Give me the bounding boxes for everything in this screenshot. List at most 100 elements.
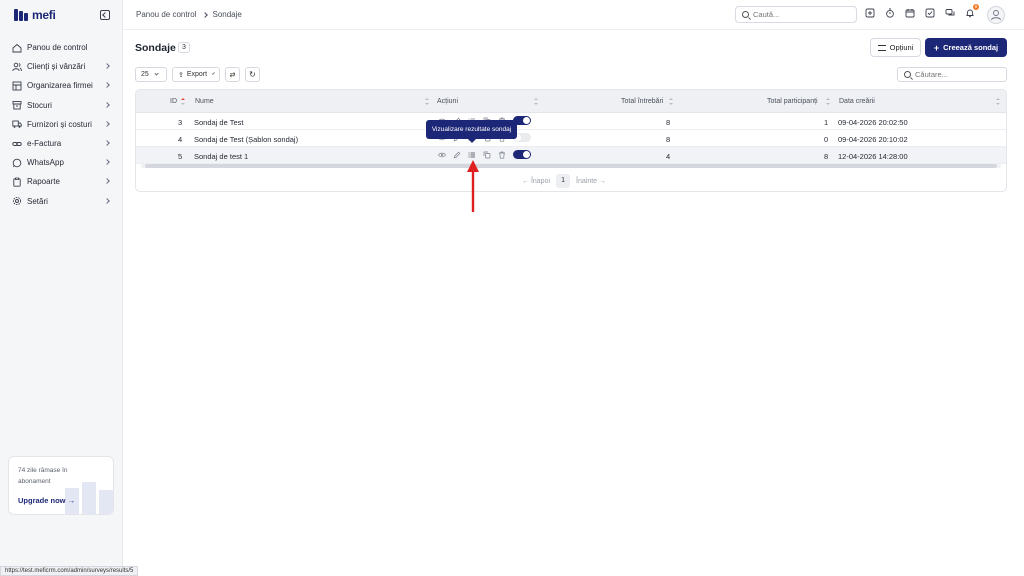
view-eye-icon[interactable]	[438, 151, 446, 159]
chevron-right-icon	[201, 11, 208, 18]
breadcrumb: Panou de control Sondaje	[136, 10, 242, 19]
chevron-right-icon	[104, 178, 110, 185]
logo-mark-icon	[14, 9, 28, 21]
surveys-table: ID Nume Acțiuni Total întrebări Total pa…	[135, 89, 1007, 192]
global-search[interactable]	[735, 6, 857, 23]
upload-icon: ⇪	[178, 71, 184, 79]
sidebar-item-suppliers[interactable]: Furnizori și costuri	[0, 115, 123, 134]
search-icon	[742, 11, 749, 18]
column-total-questions[interactable]: Total întrebări	[621, 98, 663, 105]
cell-name[interactable]: Sondaj de Test	[194, 118, 243, 127]
chevron-right-icon	[104, 63, 110, 70]
sidebar-item-label: Rapoarte	[27, 177, 60, 187]
home-icon	[12, 43, 22, 53]
table-row[interactable]: 5 Sondaj de test 1 4 8 12-04-2026 14:28:…	[136, 147, 1006, 164]
sidebar-item-settings[interactable]: Setări	[0, 192, 123, 211]
status-url: https://test.meficrm.com/admin/surveys/r…	[0, 566, 139, 576]
sidebar-item-label: WhatsApp	[27, 158, 64, 168]
column-created-date[interactable]: Data creării	[839, 98, 875, 105]
sidebar-item-label: Panou de control	[27, 43, 88, 53]
logo-text: mefi	[32, 8, 56, 22]
logo[interactable]: mefi	[14, 8, 56, 22]
stopwatch-icon[interactable]	[885, 8, 895, 18]
table-search-input[interactable]	[915, 70, 1006, 79]
sidebar-item-reports[interactable]: Rapoarte	[0, 172, 123, 191]
chevron-down-icon	[212, 72, 216, 75]
clipboard-icon	[12, 177, 22, 187]
column-id[interactable]: ID	[170, 98, 177, 105]
cell-total-questions: 4	[666, 152, 671, 161]
sort-icon[interactable]	[826, 98, 830, 105]
swap-columns-button[interactable]: ⇄	[225, 67, 240, 82]
horizontal-scrollbar[interactable]	[141, 164, 1001, 168]
table-search[interactable]	[897, 67, 1007, 82]
delete-trash-icon[interactable]	[498, 151, 506, 159]
edit-pencil-icon[interactable]	[453, 151, 461, 159]
notification-badge: 0	[973, 4, 979, 10]
sidebar-item-efactura[interactable]: e-Factura	[0, 134, 123, 153]
sidebar-item-label: Stocuri	[27, 100, 52, 110]
refresh-icon: ↻	[249, 70, 256, 79]
cell-total-participants: 8	[824, 152, 829, 161]
chevron-right-icon	[104, 159, 110, 165]
sort-icon[interactable]	[425, 98, 429, 105]
cell-name[interactable]: Sondaj de Test (Șablon sondaj)	[194, 135, 298, 144]
table-header: ID Nume Acțiuni Total întrebări Total pa…	[136, 90, 1006, 113]
duplicate-icon[interactable]	[483, 151, 491, 159]
chevron-right-icon	[104, 140, 110, 146]
count-badge: 3	[178, 42, 190, 53]
breadcrumb-current: Sondaje	[212, 10, 242, 19]
collapse-sidebar-icon[interactable]	[100, 10, 110, 20]
global-search-input[interactable]	[753, 10, 856, 19]
options-button[interactable]: Opțiuni	[870, 38, 921, 57]
sidebar-item-label: Setări	[27, 196, 48, 206]
next-page-button[interactable]: Înainte →	[576, 178, 606, 185]
cell-total-participants: 1	[824, 118, 829, 127]
export-button[interactable]: ⇪ Export	[172, 67, 220, 82]
chevron-down-icon	[154, 71, 159, 76]
table-row[interactable]: 3 Sondaj de Test 8 1 09-04-2026 20:02:50	[136, 113, 1006, 130]
column-name[interactable]: Nume	[195, 98, 214, 105]
bell-icon[interactable]: 0	[965, 4, 979, 18]
cell-name[interactable]: Sondaj de test 1	[194, 152, 248, 161]
sliders-icon	[877, 44, 886, 51]
chevron-right-icon	[104, 197, 110, 204]
table-row[interactable]: 4 Sondaj de Test (Șablon sondaj) 8 0 09-…	[136, 130, 1006, 147]
sort-icon[interactable]	[996, 98, 1000, 105]
annotation-arrow-icon	[465, 158, 481, 212]
scrollbar-thumb[interactable]	[145, 164, 997, 168]
sidebar-item-label: Furnizori și costuri	[27, 119, 92, 129]
prev-page-button[interactable]: ← Înapoi	[522, 178, 550, 185]
create-survey-button[interactable]: + Creează sondaj	[925, 38, 1007, 57]
cell-total-participants: 0	[824, 135, 829, 144]
column-actions: Acțiuni	[437, 98, 459, 105]
page-number-button[interactable]: 1	[556, 174, 571, 188]
subscription-days-text: 74 zile rămase în abonament	[18, 467, 68, 485]
sidebar-item-stock[interactable]: Stocuri	[0, 96, 123, 115]
sidebar-item-dashboard[interactable]: Panou de control	[0, 38, 123, 57]
sidebar-item-organization[interactable]: Organizarea firmei	[0, 76, 123, 95]
refresh-button[interactable]: ↻	[245, 67, 260, 82]
add-square-icon[interactable]	[865, 8, 875, 18]
breadcrumb-dashboard[interactable]: Panou de control	[136, 10, 197, 19]
sidebar-item-clients[interactable]: Clienți și vânzări	[0, 57, 123, 76]
active-toggle[interactable]	[513, 150, 531, 159]
cell-total-questions: 8	[666, 135, 671, 144]
calendar-icon[interactable]	[905, 8, 915, 18]
avatar[interactable]	[987, 6, 1005, 24]
task-check-icon[interactable]	[925, 8, 935, 18]
sort-icon[interactable]	[669, 98, 673, 105]
sidebar-item-whatsapp[interactable]: WhatsApp	[0, 153, 123, 172]
cell-id: 5	[178, 152, 183, 161]
sort-icon[interactable]	[534, 98, 538, 105]
row-actions	[438, 150, 531, 159]
pagination: ← Înapoi 1 Înainte →	[522, 174, 606, 188]
sort-icon[interactable]	[181, 98, 185, 105]
column-total-participants[interactable]: Total participanți	[767, 98, 818, 105]
sidebar-item-label: Clienți și vânzări	[27, 62, 86, 72]
page-size-select[interactable]: 25	[135, 67, 167, 82]
gear-icon	[12, 196, 22, 206]
messages-icon[interactable]	[945, 8, 955, 18]
chat-icon	[12, 158, 22, 168]
upgrade-now-link[interactable]: Upgrade now →	[18, 496, 75, 505]
